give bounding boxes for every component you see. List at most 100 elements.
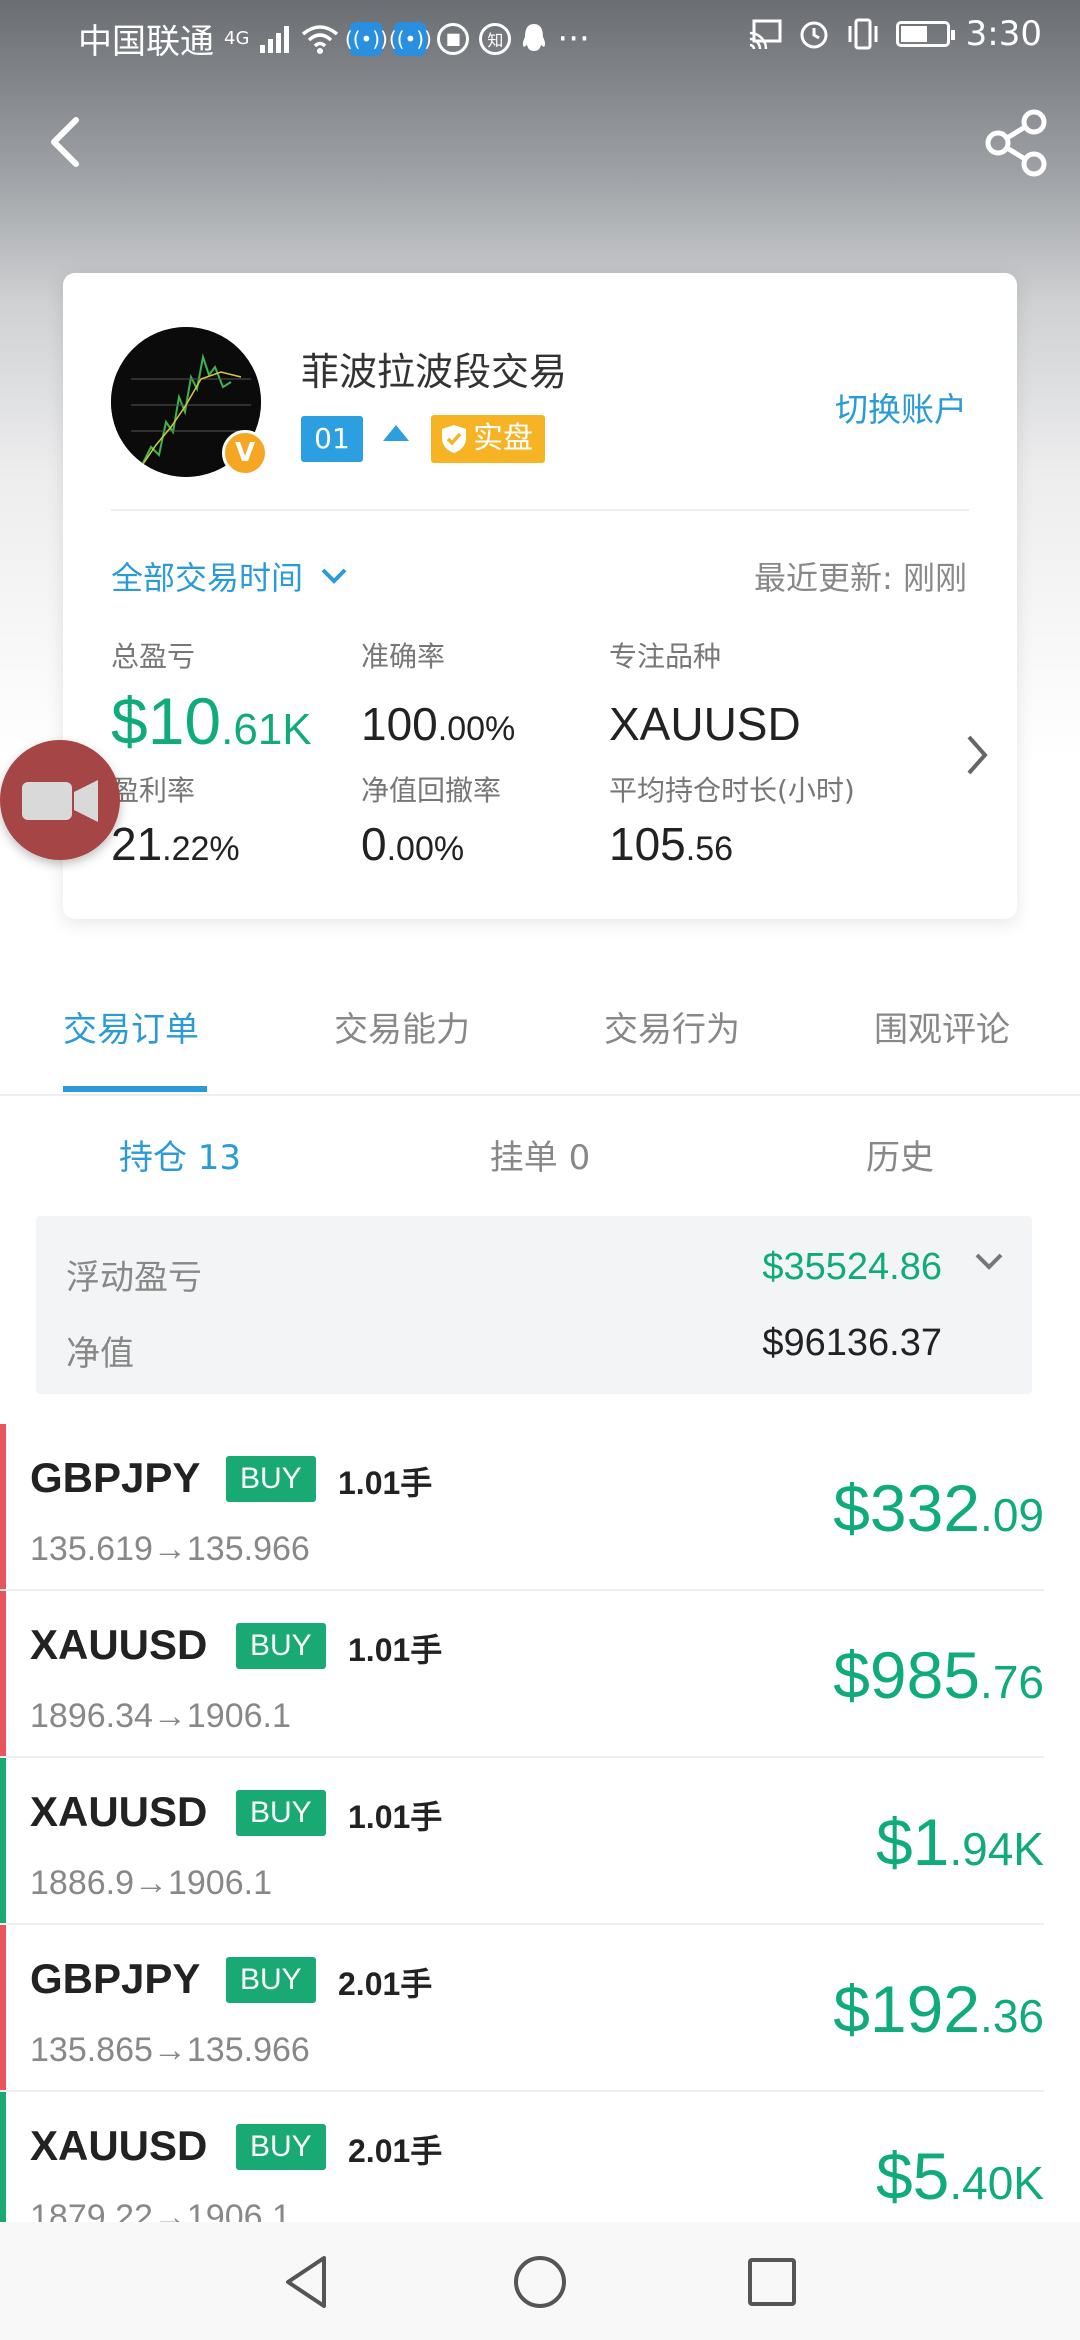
order-price: 1886.9→1906.1 — [30, 1864, 272, 1902]
stat-value: 21.22% — [111, 817, 240, 871]
time-filter-dropdown[interactable]: 全部交易时间 — [111, 553, 349, 599]
orders-list: GBPJPY BUY 1.01手 135.619→135.966 $332.09 XAUU… — [0, 1424, 1080, 2259]
clock: 3:30 — [965, 14, 1042, 54]
battery-fill — [900, 26, 928, 42]
chevron-right-icon[interactable] — [965, 733, 989, 777]
stat-value-int: 105 — [609, 818, 686, 870]
stat-value-int: 0 — [361, 818, 387, 870]
order-profit: $332.09 — [833, 1470, 1044, 1546]
caret-up-icon[interactable] — [383, 425, 409, 441]
floating-pnl-value: $35524.86 — [762, 1246, 942, 1288]
stat-value-dec: .00% — [437, 710, 516, 748]
status-right: 3:30 — [748, 14, 1042, 54]
order-profit-int: $1 — [875, 1805, 950, 1879]
account-id-badge[interactable]: 01 — [301, 416, 363, 462]
order-profit: $5.40K — [876, 2138, 1044, 2214]
order-status-bar — [0, 1925, 6, 2090]
stat-label: 平均持仓时长(小时) — [609, 774, 855, 807]
order-row[interactable]: XAUUSD BUY 1.01手 1896.34→1906.1 $985.76 — [0, 1591, 1044, 1758]
order-lots: 2.01手 — [348, 2133, 443, 2169]
alarm-icon — [800, 21, 828, 49]
more-icon: ··· — [557, 18, 590, 59]
order-profit-int: $192 — [833, 1972, 981, 2046]
wifi-icon — [302, 24, 339, 54]
switch-account-link[interactable]: 切换账户 — [835, 383, 967, 431]
stat-label: 专注品种 — [609, 640, 722, 673]
order-symbol: XAUUSD — [30, 2122, 208, 2169]
chevron-left-icon[interactable] — [40, 112, 90, 172]
status-bar: 中国联通 4G ((•)) ((•)) ■ 知 ··· 3:30 — [0, 0, 1080, 72]
order-side-badge: BUY — [226, 1957, 316, 2003]
stat-drawdown: 净值回撤率 0.00% — [361, 769, 501, 871]
stat-label: 准确率 — [361, 640, 446, 673]
signal-icon — [260, 25, 290, 53]
equity-value: $96136.37 — [762, 1322, 942, 1364]
cast-icon — [749, 19, 782, 49]
last-update-label: 最近更新: 刚刚 — [754, 559, 967, 597]
stat-value-text: XAUUSD — [609, 698, 801, 750]
stat-value: 105.56 — [609, 817, 855, 871]
order-status-bar — [0, 1591, 6, 1756]
stat-value: 0.00% — [361, 817, 501, 871]
order-side-badge: BUY — [236, 2124, 326, 2170]
stat-value: XAUUSD — [609, 697, 801, 751]
order-symbol: GBPJPY — [30, 1454, 201, 1501]
order-price: 1896.34→1906.1 — [30, 1697, 291, 1735]
avatar[interactable]: V — [111, 327, 268, 477]
account-summary: 浮动盈亏 $35524.86 净值 $96136.37 — [36, 1216, 1032, 1394]
home-circle-icon[interactable] — [510, 2252, 570, 2312]
hotspot-icon: ((•)) — [345, 21, 388, 56]
stat-avg-hold: 平均持仓时长(小时) 105.56 — [609, 769, 855, 871]
order-profit-int: $985 — [833, 1638, 981, 1712]
chevron-down-icon[interactable] — [974, 1252, 1004, 1272]
order-side-badge: BUY — [236, 1623, 326, 1669]
order-profit: $192.36 — [833, 1971, 1044, 2047]
real-account-badge: 实盘 — [431, 415, 545, 463]
real-badge-label: 实盘 — [473, 421, 533, 456]
stat-value: 100.00% — [361, 697, 515, 751]
time-filter-label: 全部交易时间 — [111, 559, 304, 597]
active-tab-indicator — [63, 1086, 207, 1092]
status-left: 中国联通 4G ((•)) ((•)) ■ 知 ··· — [78, 14, 590, 63]
system-nav-bar — [0, 2222, 1080, 2340]
order-row[interactable]: GBPJPY BUY 2.01手 135.865→135.966 $192.36 — [0, 1925, 1044, 2092]
floating-pnl-label: 浮动盈亏 — [66, 1258, 202, 1298]
verified-badge: V — [222, 430, 268, 476]
tab-trade-ability[interactable]: 交易能力 — [334, 1002, 470, 1051]
chevron-down-icon — [321, 568, 347, 584]
order-profit-dec: .09 — [980, 1489, 1044, 1541]
tab-trade-orders[interactable]: 交易订单 — [63, 1002, 199, 1051]
stat-label: 净值回撤率 — [361, 774, 502, 807]
share-icon[interactable] — [984, 108, 1050, 178]
tab-comments[interactable]: 围观评论 — [874, 1002, 1010, 1051]
profile-card: V 菲波拉波段交易 01 实盘 切换账户 全部交易时间 最近更新: 刚刚 总盈亏… — [63, 273, 1017, 919]
video-icon: ■ — [437, 22, 470, 55]
order-profit: $1.94K — [876, 1804, 1044, 1880]
video-camera-icon — [22, 780, 98, 822]
equity-label: 净值 — [66, 1334, 134, 1374]
stat-value-int: 100 — [361, 698, 438, 750]
order-profit-dec: .40K — [949, 2157, 1044, 2209]
subtab-pending[interactable]: 挂单 0 — [440, 1130, 640, 1179]
tab-trade-behavior[interactable]: 交易行为 — [604, 1002, 740, 1051]
order-lots: 1.01手 — [348, 1799, 443, 1835]
stat-value: $10.61K — [111, 683, 312, 759]
back-triangle-icon[interactable] — [278, 2252, 338, 2312]
order-profit: $985.76 — [833, 1637, 1044, 1713]
recents-square-icon[interactable] — [742, 2252, 802, 2312]
hotspot-icon-2: ((•)) — [389, 21, 432, 56]
stat-value-dec: .61K — [221, 705, 312, 754]
order-symbol: GBPJPY — [30, 1955, 201, 2002]
stat-accuracy: 准确率 100.00% — [361, 635, 515, 751]
order-row[interactable]: XAUUSD BUY 1.01手 1886.9→1906.1 $1.94K — [0, 1758, 1044, 1925]
order-row[interactable]: GBPJPY BUY 1.01手 135.619→135.966 $332.09 — [0, 1424, 1044, 1591]
card-divider — [111, 509, 969, 511]
stat-value-int: $10 — [111, 684, 222, 758]
subtab-history[interactable]: 历史 — [800, 1130, 1000, 1179]
order-lots: 1.01手 — [348, 1632, 443, 1668]
screen-record-button[interactable] — [0, 740, 120, 860]
order-profit-int: $5 — [875, 2139, 950, 2213]
qq-icon — [523, 23, 546, 51]
stat-value-dec: .00% — [386, 830, 465, 868]
subtab-positions[interactable]: 持仓 13 — [80, 1130, 280, 1179]
